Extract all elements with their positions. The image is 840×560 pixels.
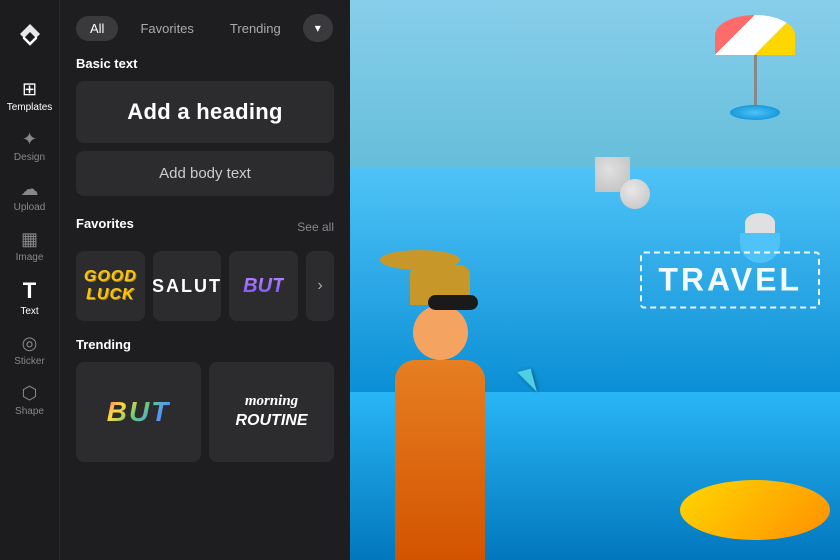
sidebar-item-design-label: Design bbox=[14, 152, 45, 164]
sidebar-item-upload-label: Upload bbox=[14, 202, 46, 214]
woman-figure bbox=[380, 250, 500, 560]
good-luck-text: GOODLUCK bbox=[84, 268, 137, 303]
favorites-title: Favorites bbox=[76, 216, 134, 231]
design-icon: ✦ bbox=[22, 130, 37, 148]
chevron-down-icon: ▾ bbox=[315, 21, 321, 35]
filter-all-button[interactable]: All bbox=[76, 16, 118, 41]
canvas-area[interactable]: TRAVEL bbox=[350, 0, 840, 560]
templates-icon: ⊞ bbox=[22, 80, 37, 98]
sidebar-item-templates[interactable]: ⊞ Templates bbox=[2, 72, 58, 122]
sidebar: ⊞ Templates ✦ Design ☁ Upload ▦ Image T … bbox=[0, 0, 60, 560]
trending-section: Trending BUT morning ROUTINE bbox=[76, 337, 334, 462]
favorites-section: Favorites See all GOODLUCK SALUT BUT › bbox=[76, 212, 334, 321]
umbrella-top bbox=[715, 15, 795, 55]
image-icon: ▦ bbox=[21, 230, 38, 248]
sidebar-item-shape[interactable]: ⬡ Shape bbox=[2, 376, 58, 426]
text-icon: T bbox=[23, 280, 36, 302]
panel-filter-bar: All Favorites Trending ▾ bbox=[60, 0, 350, 52]
sidebar-item-templates-label: Templates bbox=[7, 102, 53, 114]
favorites-next-button[interactable]: › bbox=[306, 251, 334, 321]
add-body-text-button[interactable]: Add body text bbox=[76, 151, 334, 196]
sidebar-item-sticker[interactable]: ◎ Sticker bbox=[2, 326, 58, 376]
but-text: BUT bbox=[243, 275, 284, 298]
trending-but-text: BUT bbox=[107, 396, 171, 428]
sidebar-item-upload[interactable]: ☁ Upload bbox=[2, 172, 58, 222]
fav-good-luck-card[interactable]: GOODLUCK bbox=[76, 251, 145, 321]
fav-salut-card[interactable]: SALUT bbox=[153, 251, 222, 321]
add-heading-button[interactable]: Add a heading bbox=[76, 81, 334, 143]
woman-body bbox=[395, 360, 485, 560]
filter-dropdown-button[interactable]: ▾ bbox=[303, 14, 333, 42]
favorites-row: GOODLUCK SALUT BUT › bbox=[76, 251, 334, 321]
basic-text-title: Basic text bbox=[76, 56, 334, 71]
travel-text-overlay[interactable]: TRAVEL bbox=[640, 252, 820, 309]
arrow-right-icon: › bbox=[317, 277, 322, 295]
panel-content: Basic text Add a heading Add body text F… bbox=[60, 52, 350, 560]
salut-text: SALUT bbox=[153, 276, 222, 297]
sunglasses bbox=[428, 295, 478, 310]
filter-trending-button[interactable]: Trending bbox=[216, 16, 295, 41]
sidebar-item-image-label: Image bbox=[16, 252, 44, 264]
sidebar-item-shape-label: Shape bbox=[15, 406, 44, 418]
basic-text-section: Basic text Add a heading Add body text bbox=[76, 56, 334, 212]
trending-but-card[interactable]: BUT bbox=[76, 362, 201, 462]
sticker-icon: ◎ bbox=[22, 334, 38, 352]
sidebar-item-sticker-label: Sticker bbox=[14, 356, 45, 368]
umbrella-base bbox=[730, 105, 780, 120]
sidebar-item-text[interactable]: T Text bbox=[2, 272, 58, 326]
yellow-float bbox=[680, 480, 830, 540]
favorites-header: Favorites See all bbox=[76, 212, 334, 241]
travel-text: TRAVEL bbox=[658, 262, 802, 299]
filter-favorites-button[interactable]: Favorites bbox=[126, 16, 207, 41]
see-all-button[interactable]: See all bbox=[297, 220, 334, 234]
fav-but-card[interactable]: BUT bbox=[229, 251, 298, 321]
text-panel: All Favorites Trending ▾ Basic text Add … bbox=[60, 0, 350, 560]
app-logo bbox=[8, 12, 52, 56]
trending-morning-routine-text: morning ROUTINE bbox=[236, 392, 308, 432]
shape-icon: ⬡ bbox=[22, 384, 38, 402]
swim-cap bbox=[745, 213, 775, 233]
trending-title: Trending bbox=[76, 337, 334, 352]
pool-ball-2 bbox=[620, 179, 650, 209]
sidebar-item-image[interactable]: ▦ Image bbox=[2, 222, 58, 272]
sidebar-item-text-label: Text bbox=[20, 306, 38, 318]
trending-grid: BUT morning ROUTINE bbox=[76, 362, 334, 462]
trending-morning-routine-card[interactable]: morning ROUTINE bbox=[209, 362, 334, 462]
woman-face bbox=[413, 305, 468, 360]
umbrella-pole bbox=[754, 55, 757, 105]
umbrella-decoration bbox=[715, 15, 795, 120]
upload-icon: ☁ bbox=[21, 180, 39, 198]
sidebar-item-design[interactable]: ✦ Design bbox=[2, 122, 58, 172]
